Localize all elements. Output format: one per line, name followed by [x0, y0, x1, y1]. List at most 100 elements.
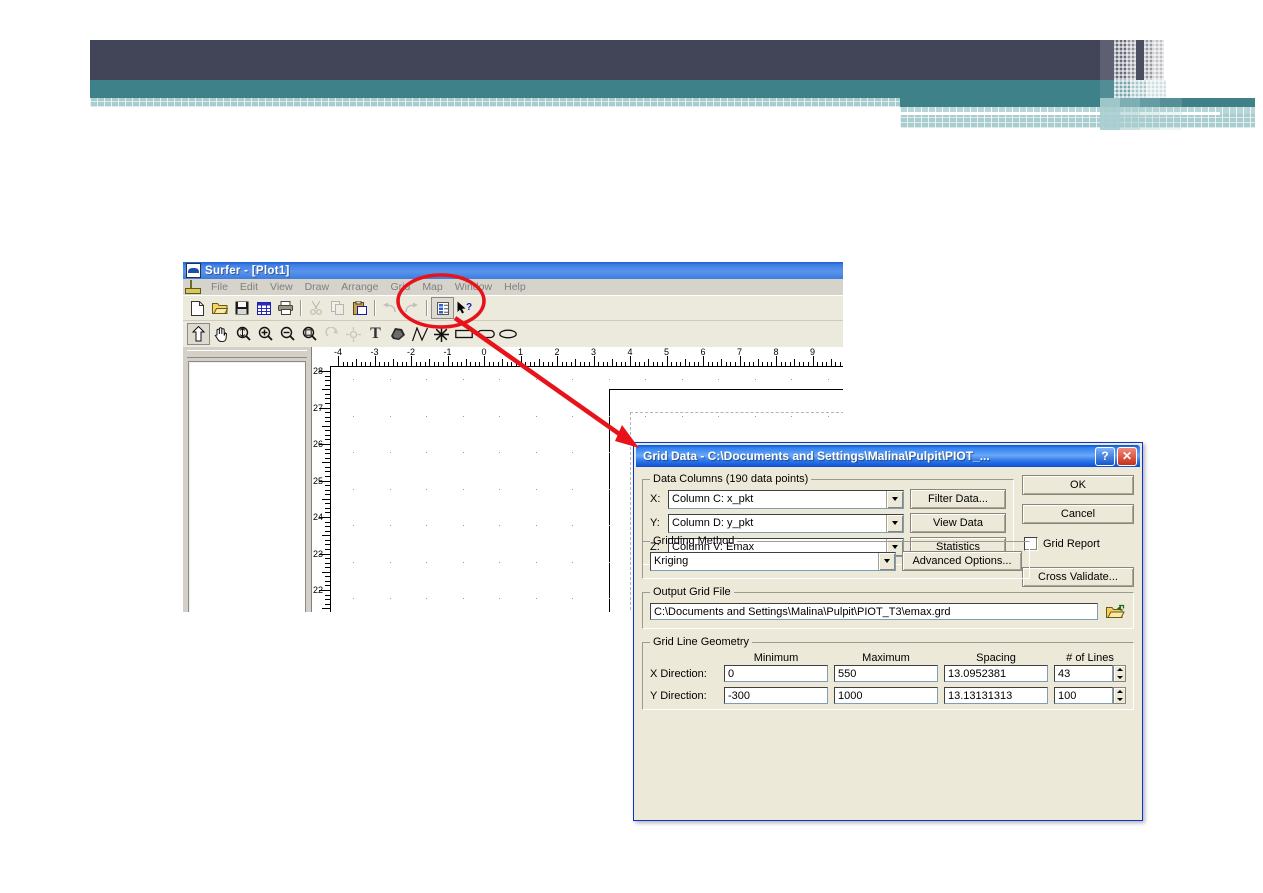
page-grid-dot — [353, 525, 354, 526]
menu-item-map[interactable]: Map — [416, 281, 448, 293]
surfer-title-bar[interactable]: Surfer - [Plot1] — [183, 262, 843, 279]
chevron-down-icon[interactable] — [886, 514, 903, 532]
surfer-standard-toolbar[interactable]: ? — [183, 295, 843, 320]
worksheet-icon[interactable] — [253, 298, 274, 318]
browse-folder-icon[interactable] — [1104, 602, 1126, 621]
menu-item-view[interactable]: View — [264, 281, 299, 293]
h-ruler-tick — [807, 362, 809, 366]
page-grid-dot — [462, 561, 464, 563]
y-minimum-input[interactable]: -300 — [724, 687, 828, 704]
advanced-options-button[interactable]: Advanced Options... — [902, 551, 1022, 571]
page-grid-dot — [389, 525, 391, 526]
v-ruler-tick — [325, 466, 330, 468]
page-grid-dot — [608, 379, 610, 380]
surfer-drawing-toolbar[interactable]: T — [183, 320, 843, 347]
y-lines-input[interactable]: 100 — [1054, 687, 1113, 704]
grid-line-geometry-group: Grid Line Geometry Minimum Maximum Spaci… — [642, 636, 1134, 710]
v-ruler-tick — [325, 603, 330, 605]
rounded-rect-tool-icon[interactable] — [475, 324, 496, 344]
x-maximum-input[interactable]: 550 — [834, 665, 938, 682]
print-icon[interactable] — [275, 298, 296, 318]
cut-icon[interactable] — [305, 298, 326, 318]
ruler-corner — [312, 347, 331, 367]
surfer-menu-bar[interactable]: File Edit View Draw Arrange Grid Map Win… — [183, 279, 843, 295]
h-ruler-tick — [789, 362, 791, 366]
h-ruler-tick — [369, 362, 371, 366]
output-grid-file-legend: Output Grid File — [653, 586, 731, 598]
page-grid-dot — [499, 598, 500, 599]
new-icon[interactable] — [187, 298, 208, 318]
filter-data-button[interactable]: Filter Data... — [910, 489, 1006, 509]
zoom-in-icon[interactable] — [255, 324, 276, 344]
zoom-out-icon[interactable] — [277, 324, 298, 344]
rectangle-tool-icon[interactable] — [453, 324, 474, 344]
chevron-down-icon[interactable] — [886, 490, 903, 508]
undo-icon[interactable] — [379, 298, 400, 318]
page-grid-dot — [353, 379, 354, 380]
menu-item-window[interactable]: Window — [449, 281, 498, 293]
y-spacing-input[interactable]: 13.13131313 — [944, 687, 1048, 704]
menu-item-draw[interactable]: Draw — [299, 281, 336, 293]
spinner-up-icon[interactable] — [1114, 688, 1125, 696]
text-tool-icon[interactable]: T — [365, 324, 386, 344]
view-data-button[interactable]: View Data — [910, 513, 1006, 533]
select-arrow-icon[interactable] — [187, 323, 210, 345]
svg-text:?: ? — [466, 302, 472, 313]
menu-item-edit[interactable]: Edit — [234, 281, 264, 293]
y-column-combo[interactable]: Column D: y_pkt — [668, 513, 904, 533]
menu-item-file[interactable]: File — [205, 281, 234, 293]
polygon-tool-icon[interactable] — [387, 324, 408, 344]
zoom-icon[interactable] — [233, 324, 254, 344]
ellipse-tool-icon[interactable] — [497, 324, 518, 344]
banner-fade-col-3 — [1126, 40, 1136, 80]
spinner-up-icon[interactable] — [1114, 666, 1125, 674]
dialog-title-bar[interactable]: Grid Data - C:\Documents and Settings\Ma… — [636, 445, 1140, 467]
copy-icon[interactable] — [327, 298, 348, 318]
grid-data-dialog[interactable]: Grid Data - C:\Documents and Settings\Ma… — [633, 442, 1143, 821]
polyline-tool-icon[interactable] — [409, 324, 430, 344]
h-ruler-tick — [570, 362, 572, 366]
output-grid-file-input[interactable]: C:\Documents and Settings\Malina\Pulpit\… — [650, 603, 1098, 620]
close-icon[interactable]: ✕ — [1117, 446, 1137, 466]
menu-item-help[interactable]: Help — [498, 281, 532, 293]
chevron-down-icon[interactable] — [878, 552, 895, 570]
object-manager-panel[interactable] — [183, 347, 312, 612]
menu-item-grid[interactable]: Grid — [384, 281, 416, 293]
rotate-icon[interactable] — [321, 324, 342, 344]
context-help-icon[interactable]: ? — [455, 298, 476, 318]
paste-icon[interactable] — [349, 298, 370, 318]
zoom-selection-icon[interactable] — [299, 324, 320, 344]
object-manager-tree[interactable] — [188, 361, 306, 612]
grid-report-checkbox-row[interactable]: Grid Report — [1022, 537, 1134, 551]
redo-icon[interactable] — [401, 298, 422, 318]
y-maximum-input[interactable]: 1000 — [834, 687, 938, 704]
spinner-down-icon[interactable] — [1114, 674, 1125, 682]
save-icon[interactable] — [231, 298, 252, 318]
help-icon[interactable]: ? — [1095, 446, 1115, 466]
v-ruler-tick — [325, 558, 330, 560]
output-grid-file-row: C:\Documents and Settings\Malina\Pulpit\… — [650, 602, 1126, 621]
menu-item-arrange[interactable]: Arrange — [335, 281, 384, 293]
h-ruler-tick — [447, 356, 449, 366]
ok-button[interactable]: OK — [1022, 475, 1134, 495]
cancel-button[interactable]: Cancel — [1022, 504, 1134, 524]
reshape-icon[interactable] — [343, 324, 364, 344]
x-lines-spinner[interactable] — [1113, 665, 1126, 682]
h-ruler-tick — [762, 362, 764, 366]
page-grid-dot — [499, 379, 500, 380]
symbol-tool-icon[interactable] — [431, 324, 452, 344]
h-ruler-tick — [538, 359, 540, 366]
gridding-method-combo[interactable]: Kriging — [650, 551, 896, 571]
x-spacing-input[interactable]: 13.0952381 — [944, 665, 1048, 682]
x-lines-input[interactable]: 43 — [1054, 665, 1113, 682]
h-ruler-tick — [716, 362, 718, 366]
y-lines-spinner[interactable] — [1113, 687, 1126, 704]
cross-validate-button[interactable]: Cross Validate... — [1022, 567, 1134, 587]
x-minimum-input[interactable]: 0 — [724, 665, 828, 682]
x-column-combo[interactable]: Column C: x_pkt — [668, 489, 904, 509]
h-ruler-tick — [351, 362, 353, 366]
properties-icon[interactable] — [431, 297, 454, 319]
open-icon[interactable] — [209, 298, 230, 318]
spinner-down-icon[interactable] — [1114, 696, 1125, 704]
pan-hand-icon[interactable] — [211, 324, 232, 344]
